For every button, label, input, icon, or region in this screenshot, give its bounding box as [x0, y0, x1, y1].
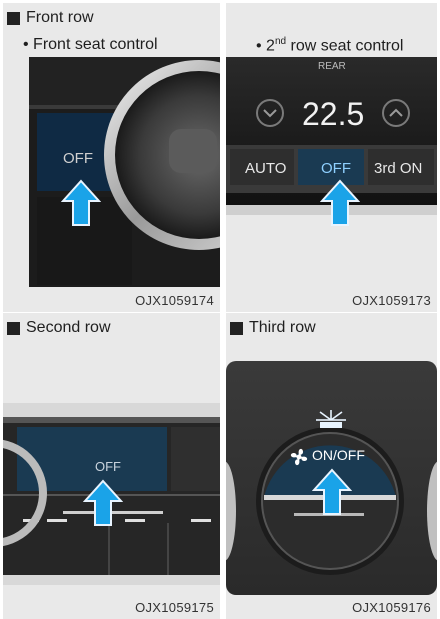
heading-bullet-square: [230, 321, 243, 335]
second-row-subheading: • 2nd row seat control: [256, 36, 404, 55]
second-row-heading: Second row: [7, 319, 111, 337]
third-row-on-button: 3rd ON: [374, 160, 423, 177]
front-off-label: OFF: [63, 150, 93, 167]
front-row-heading: Front row: [7, 9, 94, 27]
third-row-caption: OJX1059176: [352, 600, 431, 615]
second-row-panel: Second row OFF OJX1059175: [3, 313, 220, 619]
front-row-panel: Front row • Front seat control OFF OJX10…: [3, 3, 220, 312]
heading-bullet-square: [7, 11, 20, 25]
second-row-seat-caption: OJX1059173: [352, 293, 431, 308]
auto-button: AUTO: [245, 160, 287, 177]
front-row-subheading: • Front seat control: [23, 36, 158, 53]
front-row-caption: OJX1059174: [135, 293, 214, 308]
off-button: OFF: [321, 160, 351, 177]
arrow-up-icon: [61, 179, 101, 226]
heading-bullet-square: [7, 321, 20, 335]
on-off-label: ON/OFF: [312, 447, 365, 463]
arrow-up-icon: [320, 179, 360, 226]
temperature-readout: 22.5: [302, 96, 365, 132]
burst-icon: [316, 410, 346, 428]
arrow-up-icon: [312, 468, 352, 515]
rear-label: REAR: [318, 61, 346, 72]
second-row-caption: OJX1059175: [135, 600, 214, 615]
second-row-seat-control-panel: • 2nd row seat control REAR 22.5 AUTO OF…: [226, 3, 437, 312]
third-row-panel: Third row ON/OFF OJX1059176: [226, 313, 437, 619]
second-row-off-label: OFF: [95, 459, 121, 474]
arrow-up-icon: [83, 479, 123, 526]
third-row-heading: Third row: [230, 319, 316, 337]
fan-icon: [290, 448, 308, 466]
front-seat-control-photo: [29, 57, 220, 287]
